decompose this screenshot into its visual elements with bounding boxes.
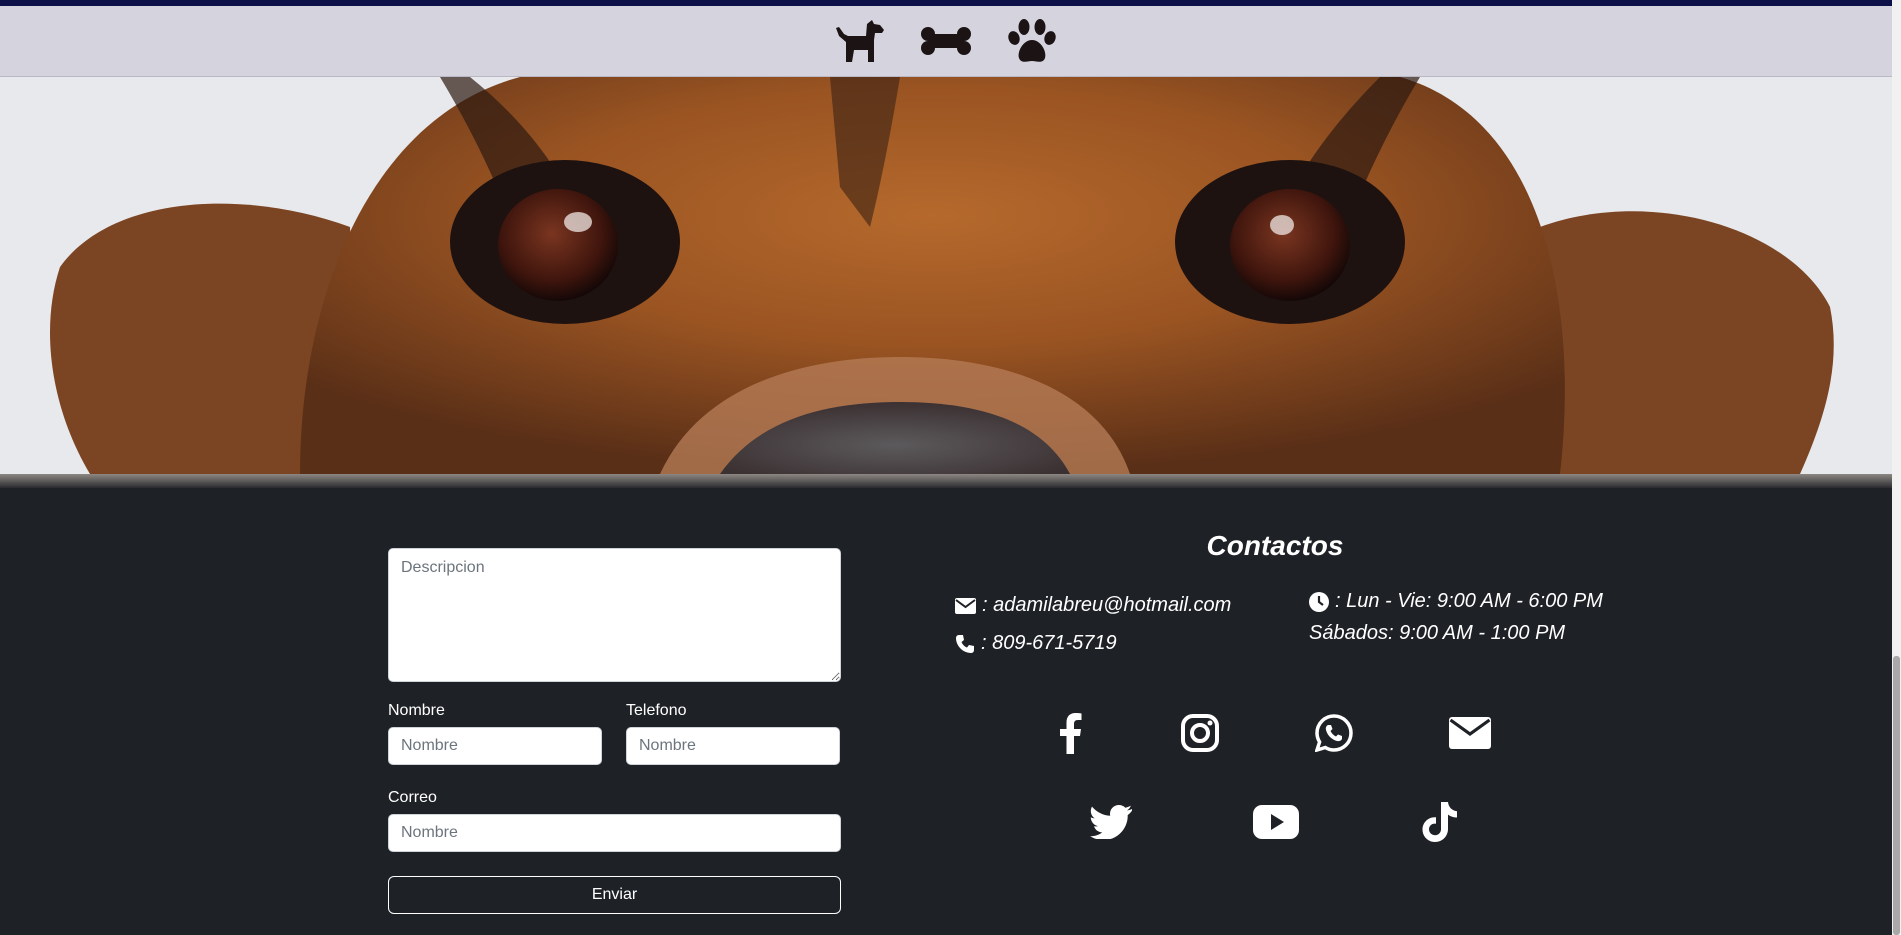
hours-line: : Lun - Vie: 9:00 AM - 6:00 PM	[1309, 590, 1603, 613]
twitter-icon[interactable]	[1083, 794, 1139, 850]
tiktok-icon[interactable]	[1412, 794, 1468, 850]
mail-icon[interactable]	[1442, 705, 1498, 761]
submit-button[interactable]: Enviar	[388, 876, 841, 914]
contact-form: Nombre Telefono Correo Enviar	[388, 548, 841, 914]
nombre-input[interactable]	[388, 727, 602, 765]
name-phone-row: Nombre Telefono	[388, 702, 841, 765]
whatsapp-icon[interactable]	[1306, 705, 1362, 761]
correo-group: Correo	[388, 789, 841, 852]
page-scrollbar[interactable]	[1892, 0, 1901, 935]
envelope-icon	[955, 597, 976, 614]
hero-shadow	[0, 474, 1892, 488]
telefono-input[interactable]	[626, 727, 840, 765]
telefono-label: Telefono	[626, 702, 687, 719]
bone-icon[interactable]	[919, 14, 973, 68]
correo-label: Correo	[388, 789, 437, 806]
description-textarea[interactable]	[388, 548, 841, 682]
correo-input[interactable]	[388, 814, 841, 852]
dog-eyes-image	[0, 77, 1892, 474]
phone-icon	[956, 634, 974, 653]
paw-icon[interactable]	[1005, 14, 1059, 68]
dog-icon[interactable]	[833, 14, 887, 68]
hours-weekday: : Lun - Vie: 9:00 AM - 6:00 PM	[1335, 590, 1603, 612]
instagram-icon[interactable]	[1172, 705, 1228, 761]
youtube-icon[interactable]	[1248, 794, 1304, 850]
contact-title: Contactos	[1206, 530, 1344, 561]
hours-saturday: Sábados: 9:00 AM - 1:00 PM	[1309, 622, 1566, 644]
telefono-group: Telefono	[626, 702, 840, 765]
scrollbar-thumb[interactable]	[1893, 656, 1900, 935]
contact-phone: : 809-671-5719	[981, 632, 1117, 654]
facebook-icon[interactable]	[1042, 705, 1098, 761]
clock-icon	[1309, 591, 1329, 612]
navbar	[0, 6, 1892, 77]
hero-banner	[0, 77, 1892, 474]
email-line: : adamilabreu@hotmail.com	[955, 594, 1231, 617]
nombre-group: Nombre	[388, 702, 602, 765]
phone-line: : 809-671-5719	[955, 632, 1117, 655]
contact-email: : adamilabreu@hotmail.com	[982, 594, 1232, 616]
nombre-label: Nombre	[388, 702, 445, 719]
